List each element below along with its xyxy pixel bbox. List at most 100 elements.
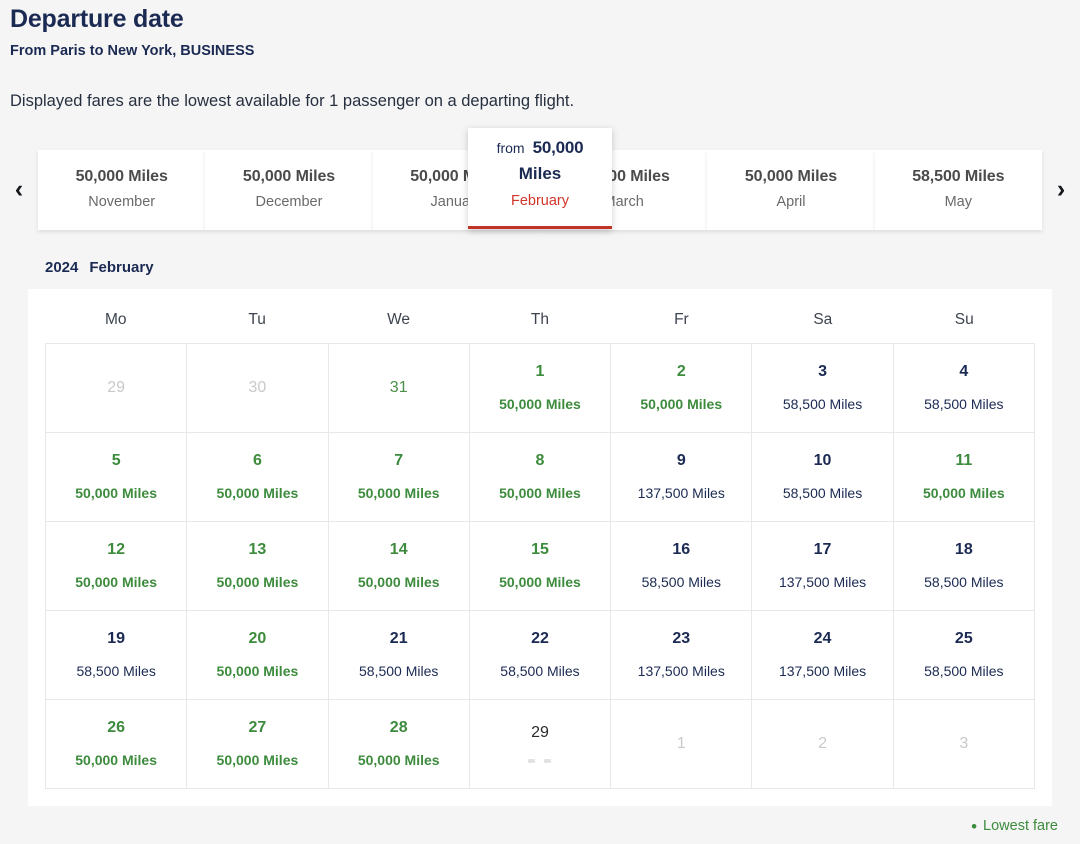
day-fare: 50,000 Miles (216, 663, 299, 680)
weekday-header-row: Mo Tu We Th Fr Sa Su (45, 307, 1035, 343)
month-miles: 50,000 Miles (744, 168, 838, 186)
calendar-period-label: 2024 February (45, 259, 1080, 276)
calendar-day-cell[interactable]: 19 58,500 Miles (45, 610, 188, 699)
month-name: April (776, 194, 806, 211)
calendar-day-cell[interactable]: 12 50,000 Miles (45, 521, 188, 610)
day-fare: 50,000 Miles (75, 485, 157, 502)
day-number: 15 (531, 540, 549, 558)
calendar-day-cell[interactable]: 13 50,000 Miles (187, 521, 329, 610)
calendar-day-cell[interactable]: 8 50,000 Miles (469, 432, 612, 521)
day-number: 24 (813, 629, 832, 647)
calendar-day-disabled: 29 (45, 343, 188, 432)
calendar-day-cell[interactable]: 28 50,000 Miles (328, 699, 470, 788)
calendar-day-cell[interactable]: 26 50,000 Miles (45, 699, 188, 788)
day-fare: 58,500 Miles (782, 485, 863, 502)
month-miles: 50,000 Miles (75, 168, 168, 186)
calendar-day-cell[interactable]: 2 50,000 Miles (611, 343, 753, 432)
weekday-header: Sa (813, 310, 833, 328)
month-card-november[interactable]: 50,000 Miles November (38, 149, 206, 230)
day-fare: 58,500 Miles (924, 396, 1004, 413)
weekday-header: Su (954, 310, 974, 328)
chevron-right-icon[interactable]: › (1042, 177, 1080, 202)
day-number: 11 (955, 451, 973, 469)
calendar-day-cell[interactable]: 10 58,500 Miles (752, 432, 894, 521)
calendar-day-cell[interactable]: 22 58,500 Miles (469, 610, 612, 699)
month-card-december[interactable]: 50,000 Miles December (205, 149, 373, 230)
calendar-day-cell[interactable]: 25 58,500 Miles (893, 610, 1035, 699)
calendar-week-row: 29 30 31 1 50,000 Miles 2 50,000 Miles 3 58,500 … (45, 343, 1035, 433)
day-fare: 50,000 Miles (75, 574, 157, 591)
day-number: 4 (959, 362, 969, 380)
active-month-name: February (510, 192, 570, 209)
chevron-left-icon[interactable]: ‹ (0, 177, 38, 202)
fare-loading-indicator (528, 759, 552, 764)
month-miles: 58,500 Miles (912, 168, 1005, 186)
day-number: 19 (107, 629, 126, 647)
lowest-fare-dot-icon: • (971, 816, 978, 836)
calendar-day-cell[interactable]: 14 50,000 Miles (328, 521, 470, 610)
day-fare: 137,500 Miles (637, 485, 725, 502)
day-number: 9 (676, 451, 686, 469)
calendar-week-row: 5 50,000 Miles 6 50,000 Miles 7 50,000 Miles 8… (45, 432, 1035, 522)
calendar-day-cell[interactable]: 21 58,500 Miles (328, 610, 470, 699)
day-number: 30 (248, 378, 267, 396)
calendar-day-cell[interactable]: 23 137,500 Miles (611, 610, 753, 699)
day-fare: 58,500 Miles (641, 574, 721, 591)
calendar-day-cell[interactable]: 4 58,500 Miles (893, 343, 1035, 432)
month-card-february-selected[interactable]: from 50,000 Miles February (468, 127, 612, 229)
day-number: 1 (535, 362, 545, 380)
active-month-underline (468, 225, 612, 229)
month-card-april[interactable]: 50,000 Miles April (707, 149, 875, 230)
legend-label: Lowest fare (983, 818, 1058, 834)
day-fare: 50,000 Miles (499, 574, 581, 591)
day-fare: 50,000 Miles (216, 752, 299, 769)
calendar-day-cell[interactable]: 6 50,000 Miles (187, 432, 329, 521)
day-fare: 58,500 Miles (924, 663, 1004, 680)
page-header: Departure date From Paris to New York, B… (0, 0, 1080, 111)
calendar-day-disabled: 3 (893, 699, 1035, 788)
calendar-day-cell[interactable]: 7 50,000 Miles (328, 432, 470, 521)
day-number: 1 (676, 734, 686, 752)
calendar-year: 2024 (45, 258, 79, 276)
day-number: 6 (252, 451, 262, 469)
month-carousel: ‹ 50,000 Miles November 50,000 Miles Dec… (0, 127, 1080, 238)
month-name: November (88, 194, 156, 211)
active-month-amount: 50,000 (532, 137, 584, 157)
calendar-day-disabled: 1 (611, 699, 753, 788)
calendar-day-cell[interactable]: 17 137,500 Miles (752, 521, 894, 610)
day-number: 20 (248, 629, 267, 647)
weekday-header: Fr (674, 310, 689, 328)
calendar-day-cell[interactable]: 24 137,500 Miles (752, 610, 894, 699)
calendar-day-cell[interactable]: 5 50,000 Miles (45, 432, 188, 521)
day-number: 18 (954, 540, 973, 558)
day-number: 17 (813, 540, 832, 558)
day-number: 25 (954, 629, 973, 647)
weekday-header: Mo (104, 310, 127, 328)
calendar-day-cell[interactable]: 31 (328, 343, 470, 432)
calendar-day-cell[interactable]: 1 50,000 Miles (469, 343, 612, 432)
day-number: 27 (248, 718, 267, 736)
calendar-day-cell[interactable]: 9 137,500 Miles (611, 432, 753, 521)
day-fare: 50,000 Miles (216, 574, 299, 591)
day-fare: 50,000 Miles (499, 485, 581, 502)
calendar-weeks: 29 30 31 1 50,000 Miles 2 50,000 Miles 3 58,500 … (45, 342, 1035, 789)
day-number: 29 (107, 378, 126, 396)
calendar-day-cell[interactable]: 18 58,500 Miles (893, 521, 1035, 610)
calendar-day-cell[interactable]: 27 50,000 Miles (187, 699, 329, 788)
day-number: 29 (531, 723, 549, 741)
day-number: 21 (389, 629, 408, 647)
legend: • Lowest fare (0, 806, 1080, 835)
day-fare: 50,000 Miles (357, 485, 440, 502)
calendar-day-cell[interactable]: 16 58,500 Miles (611, 521, 753, 610)
calendar-day-cell[interactable]: 11 50,000 Miles (893, 432, 1035, 521)
page-title: Departure date (10, 5, 184, 33)
month-card-may[interactable]: 58,500 Miles May (874, 149, 1042, 230)
day-number: 10 (813, 451, 832, 469)
calendar-day-cell[interactable]: 3 58,500 Miles (752, 343, 894, 432)
calendar-day-cell[interactable]: 20 50,000 Miles (187, 610, 329, 699)
calendar-day-cell[interactable]: 29 (469, 699, 612, 788)
day-number: 31 (389, 378, 408, 396)
day-number: 2 (818, 734, 827, 752)
calendar-day-cell[interactable]: 15 50,000 Miles (469, 521, 612, 610)
day-number: 8 (535, 451, 545, 469)
